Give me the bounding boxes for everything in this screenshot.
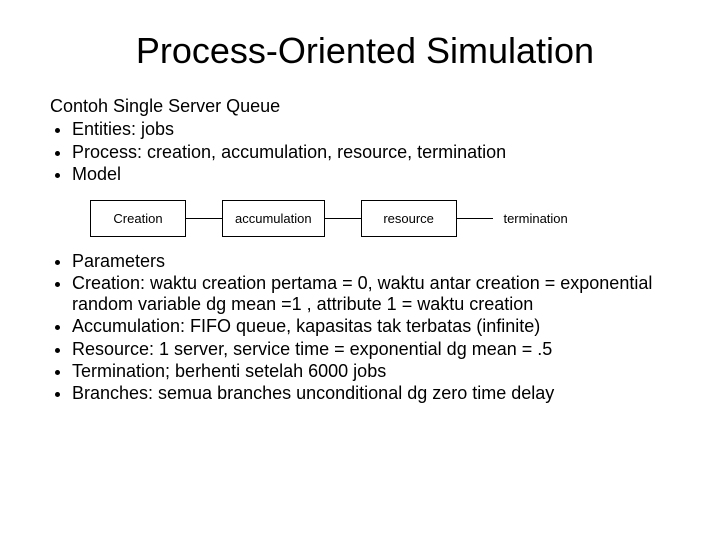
- bottom-bullet-list: Parameters Creation: waktu creation pert…: [50, 251, 680, 405]
- list-item: Creation: waktu creation pertama = 0, wa…: [72, 273, 680, 315]
- diagram-box-creation: Creation: [90, 200, 186, 237]
- subhead: Contoh Single Server Queue: [50, 96, 680, 117]
- top-bullet-list: Entities: jobs Process: creation, accumu…: [50, 119, 680, 186]
- diagram-connector: [325, 218, 361, 219]
- process-diagram: Creation accumulation resource terminati…: [90, 200, 680, 237]
- slide: Process-Oriented Simulation Contoh Singl…: [0, 0, 720, 425]
- diagram-box-resource: resource: [361, 200, 457, 237]
- list-item: Termination; berhenti setelah 6000 jobs: [72, 361, 680, 382]
- slide-title: Process-Oriented Simulation: [50, 30, 680, 72]
- list-item: Parameters: [72, 251, 680, 272]
- list-item: Branches: semua branches unconditional d…: [72, 383, 680, 404]
- diagram-box-termination: termination: [493, 201, 579, 236]
- diagram-connector: [186, 218, 222, 219]
- list-item: Accumulation: FIFO queue, kapasitas tak …: [72, 316, 680, 337]
- list-item: Resource: 1 server, service time = expon…: [72, 339, 680, 360]
- diagram-box-accumulation: accumulation: [222, 200, 325, 237]
- list-item: Model: [72, 164, 680, 186]
- diagram-connector: [457, 218, 493, 219]
- list-item: Entities: jobs: [72, 119, 680, 141]
- list-item: Process: creation, accumulation, resourc…: [72, 142, 680, 164]
